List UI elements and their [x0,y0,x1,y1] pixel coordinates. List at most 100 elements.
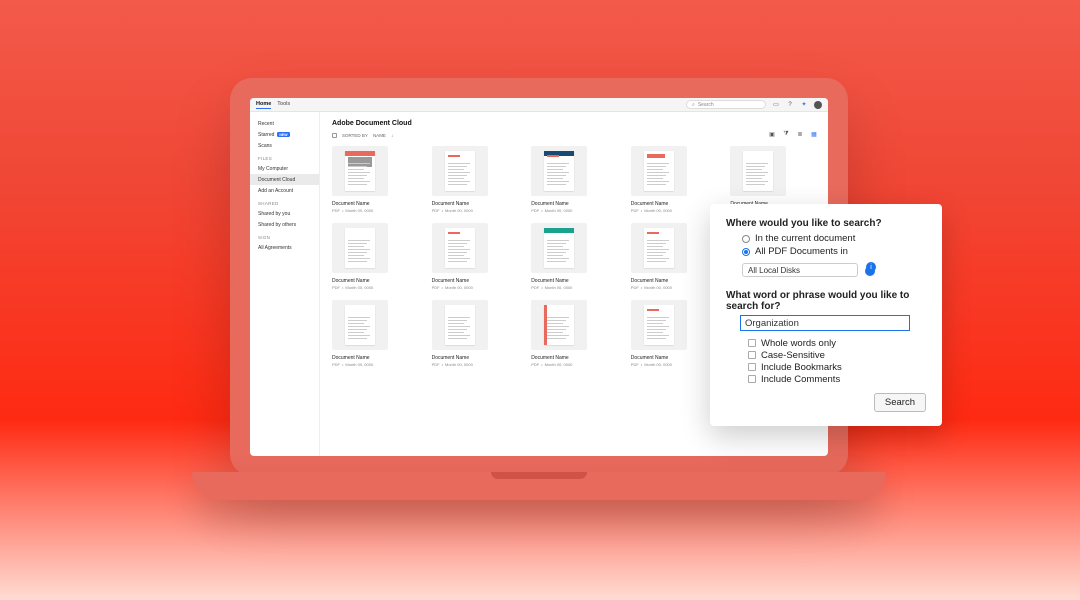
sidebar-heading-sign: SIGN [250,230,319,242]
avatar[interactable] [814,101,822,109]
document-card[interactable]: Document Name PDF•Month 00, 0000 [531,223,617,290]
filter-icon[interactable]: ⧩ [782,130,790,138]
check-label: Whole words only [761,338,836,349]
sidebar-item-document-cloud[interactable]: Document Cloud [250,174,319,185]
tab-home[interactable]: Home [256,101,271,109]
view-toolbar: ▣ ⧩ ≣ ▦ [768,130,818,138]
chat-icon[interactable]: ▭ [772,101,780,109]
document-thumbnail [631,300,687,350]
search-term-input[interactable] [740,315,910,331]
tab-tools[interactable]: Tools [277,101,290,108]
document-thumbnail [631,223,687,273]
sidebar-item-my-computer[interactable]: My Computer [250,163,319,174]
search-button[interactable]: Search [874,393,926,412]
document-name: Document Name [432,355,518,361]
sidebar-item-label: My Computer [258,166,288,172]
checkbox-icon [748,375,756,383]
document-card[interactable]: Document Name PDF•Month 00, 0000 [631,146,717,213]
dropdown-value: All Local Disks [748,266,800,275]
sidebar-item-scans[interactable]: Scans [250,140,319,151]
sidebar-item-shared-by-you[interactable]: Shared by you [250,208,319,219]
document-name: Document Name [531,355,617,361]
document-card[interactable]: Document Name PDF•Month 00, 0000 [631,300,717,367]
sidebar-item-add-account[interactable]: Add an Account [250,185,319,196]
checkbox-icon [748,351,756,359]
document-card[interactable]: Document Name PDF•Month 00, 0000 [432,300,518,367]
document-name: Document Name [531,201,617,207]
document-card[interactable]: Document Name PDF•Month 00, 0000 [531,300,617,367]
document-thumbnail [730,146,786,196]
sidebar-item-label: Scans [258,143,272,149]
document-card[interactable]: Document Name PDF•Month 00, 0000 [730,146,816,213]
document-meta: PDF•Month 00, 0000 [432,285,518,290]
sidebar-item-label: Recent [258,121,274,127]
global-search-input[interactable]: ⌕ Search [686,100,766,109]
checkbox-icon [748,339,756,347]
sidebar-item-shared-by-others[interactable]: Shared by others [250,219,319,230]
sidebar-item-label: Starred [258,132,274,138]
document-meta: PDF•Month 00, 0000 [332,208,418,213]
sidebar-item-label: Document Cloud [258,177,295,183]
search-term-question: What word or phrase would you like to se… [726,290,926,312]
select-all-checkbox[interactable] [332,133,337,138]
document-meta: PDF•Month 00, 0000 [631,285,717,290]
sidebar-item-label: Add an Account [258,188,293,194]
sidebar-item-recent[interactable]: Recent [250,118,319,129]
document-name: Document Name [332,201,418,207]
folder-icon[interactable]: ▣ [768,130,776,138]
document-meta: PDF•Month 00, 0000 [332,362,418,367]
list-view-icon[interactable]: ≣ [796,130,804,138]
sidebar-heading-files: FILES [250,151,319,163]
document-card[interactable]: Document Name PDF•Month 00, 0000 [332,300,418,367]
document-name: Document Name [631,278,717,284]
check-label: Include Comments [761,374,840,385]
radio-label: In the current document [755,233,855,244]
location-dropdown[interactable]: All Local Disks [742,263,858,277]
sort-bar: SORTED BY NAME ↓ [332,133,816,138]
info-icon[interactable]: i [866,262,876,272]
radio-current-document[interactable]: In the current document [742,232,926,245]
document-name: Document Name [332,355,418,361]
check-case-sensitive[interactable]: Case-Sensitive [748,349,926,361]
document-meta: PDF•Month 00, 0000 [432,362,518,367]
document-card[interactable]: Document Name PDF•Month 00, 0000 [332,223,418,290]
bell-icon[interactable]: ✦ [800,101,808,109]
sorted-by-value[interactable]: NAME [373,133,386,138]
check-whole-words[interactable]: Whole words only [748,337,926,349]
radio-icon [742,235,750,243]
document-name: Document Name [631,201,717,207]
search-scope-question: Where would you like to search? [726,218,926,229]
marketing-backdrop: Home Tools ⌕ Search ▭ ? ✦ Recent Starr [0,0,1080,600]
sidebar-heading-shared: SHARED [250,196,319,208]
grid-view-icon[interactable]: ▦ [810,130,818,138]
document-thumbnail [332,300,388,350]
document-thumbnail [432,300,488,350]
check-label: Include Bookmarks [761,362,842,373]
document-name: Document Name [432,201,518,207]
document-card[interactable]: Document Name PDF•Month 00, 0000 [631,223,717,290]
sort-direction-icon[interactable]: ↓ [391,133,393,138]
document-thumbnail [531,146,587,196]
page-title: Adobe Document Cloud [332,120,816,127]
search-icon: ⌕ [692,102,695,108]
sidebar-item-label: Shared by others [258,222,296,228]
sidebar-item-all-agreements[interactable]: All Agreements [250,242,319,253]
check-include-bookmarks[interactable]: Include Bookmarks [748,361,926,373]
document-card[interactable]: Document Name PDF•Month 00, 0000 [432,223,518,290]
checkbox-icon [748,363,756,371]
radio-icon [742,248,750,256]
document-meta: PDF•Month 00, 0000 [531,208,617,213]
document-thumbnail [332,223,388,273]
document-card[interactable]: Document Name PDF•Month 00, 0000 [531,146,617,213]
document-meta: PDF•Month 00, 0000 [432,208,518,213]
document-thumbnail [432,146,488,196]
document-card[interactable]: Document Name PDF•Month 00, 0000 [432,146,518,213]
document-card[interactable]: Document Name PDF•Month 00, 0000 [332,146,418,213]
check-include-comments[interactable]: Include Comments [748,373,926,385]
help-icon[interactable]: ? [786,101,794,109]
advanced-search-panel: Where would you like to search? In the c… [710,204,942,426]
sidebar-item-starred[interactable]: StarredNEW [250,129,319,140]
document-meta: PDF•Month 00, 0000 [631,362,717,367]
document-meta: PDF•Month 00, 0000 [631,208,717,213]
radio-all-pdf-documents[interactable]: All PDF Documents in [742,245,926,258]
